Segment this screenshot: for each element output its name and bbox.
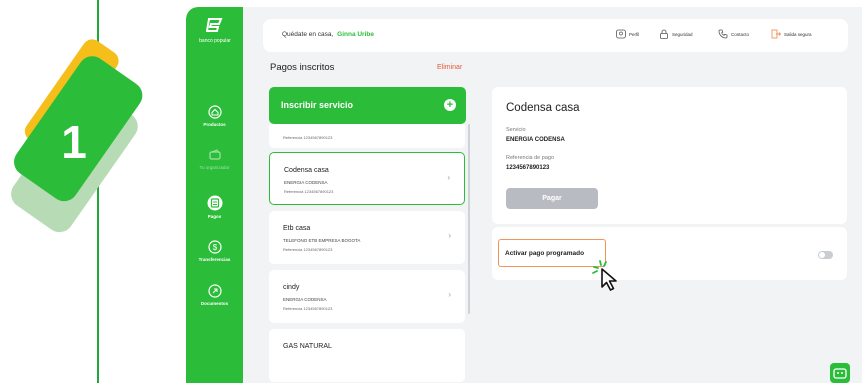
step-number: 1 xyxy=(61,116,87,168)
service-name: GAS NATURAL xyxy=(283,343,332,350)
logout-label: Salida segura xyxy=(784,31,812,37)
detail-service-value: ENERGIA CODENSA xyxy=(506,137,565,143)
sidebar-item-label: Documentos xyxy=(200,301,229,306)
dollar-circle-icon: $ xyxy=(207,240,222,254)
sidebar-item-label: Productos xyxy=(203,122,226,127)
service-card-gas-natural[interactable]: GAS NATURAL xyxy=(269,329,465,382)
scheduled-payment-highlight[interactable]: Activar pago programado xyxy=(498,239,606,267)
greeting: Quédate en casa, Ginna Uribe xyxy=(282,31,374,38)
top-bar: Quédate en casa, Ginna Uribe Perfil Segu… xyxy=(263,19,848,52)
detail-reference-value: 1234567890123 xyxy=(506,165,550,171)
toggle-knob xyxy=(819,252,825,258)
service-card-codensa[interactable]: Codensa casa ENERGIA CODENSA Referencia … xyxy=(269,152,465,205)
plus-icon: + xyxy=(444,99,456,111)
service-reference: Referencia 1234567890123 xyxy=(283,247,333,252)
service-detail-card: Codensa casa Servicio ENERGIA CODENSA Re… xyxy=(492,87,847,224)
contact-label: Contacto xyxy=(731,31,750,37)
detail-reference-label: Referencia de pago xyxy=(506,155,555,161)
profile-icon xyxy=(616,29,626,39)
chevron-right-icon: › xyxy=(448,290,451,299)
pay-button[interactable]: Pagar xyxy=(506,188,598,209)
service-company: ENERGIA CODENSA xyxy=(283,297,327,302)
phone-icon xyxy=(718,29,728,39)
subscribe-service-label: Inscribir servicio xyxy=(281,100,354,110)
service-reference: Referencia 1234567890123 xyxy=(283,306,333,311)
profile-link[interactable]: Perfil xyxy=(616,29,639,39)
app-window: banco popular Productos Tu organizador P… xyxy=(186,7,862,383)
click-cursor-icon xyxy=(592,260,617,291)
services-list[interactable]: Referencia 1234567890123 Codensa casa EN… xyxy=(269,124,471,383)
bank-logo-mark xyxy=(190,17,240,36)
scheduled-payment-card: Activar pago programado xyxy=(492,227,847,280)
lock-icon xyxy=(660,29,668,39)
section-title: Pagos inscritos xyxy=(270,62,335,73)
document-icon xyxy=(207,284,222,298)
security-link[interactable]: Seguridad xyxy=(659,29,693,39)
detail-title: Codensa casa xyxy=(506,102,580,114)
scheduled-payment-toggle[interactable] xyxy=(818,251,833,259)
bank-logo[interactable]: banco popular xyxy=(190,17,240,44)
logout-icon xyxy=(771,29,781,39)
service-name: Codensa casa xyxy=(284,167,329,174)
service-name: cindy xyxy=(283,284,300,291)
service-reference: Referencia 1234567890123 xyxy=(284,189,334,194)
chat-bot-icon xyxy=(833,368,847,379)
sidebar-item-label: Pagos xyxy=(207,214,222,219)
payments-icon xyxy=(207,195,222,211)
sidebar-item-productos[interactable]: Productos xyxy=(186,105,243,127)
delete-link[interactable]: Eliminar xyxy=(437,64,462,71)
service-name: Etb casa xyxy=(283,225,311,232)
detail-service-label: Servicio xyxy=(506,127,526,133)
sidebar-item-documentos[interactable]: Documentos xyxy=(186,284,243,306)
sidebar-item-organizador[interactable]: Tu organizador xyxy=(186,148,243,170)
sidebar: banco popular Productos Tu organizador P… xyxy=(186,7,243,383)
service-card-cindy[interactable]: cindy ENERGIA CODENSA Referencia 1234567… xyxy=(269,270,465,323)
step-number-badge: 1 xyxy=(11,39,143,233)
list-scrollbar[interactable] xyxy=(468,124,470,314)
bank-logo-text: banco popular xyxy=(199,38,231,44)
home-icon xyxy=(207,105,222,119)
svg-text:$: $ xyxy=(212,243,217,252)
security-label: Seguridad xyxy=(672,31,693,37)
sidebar-item-label: Transferencias xyxy=(198,257,231,262)
chat-button[interactable] xyxy=(830,363,850,383)
service-card-etb[interactable]: Etb casa TELEFONO ETB EMPRESA BOGOTA Ref… xyxy=(269,211,465,264)
subscribe-service-button[interactable]: Inscribir servicio + xyxy=(269,87,466,124)
wallet-icon xyxy=(208,149,221,160)
chevron-right-icon: › xyxy=(448,231,451,240)
list-item[interactable]: Referencia 1234567890123 xyxy=(269,124,465,148)
service-reference: Referencia 1234567890123 xyxy=(283,135,333,140)
chevron-right-icon: › xyxy=(447,173,450,182)
sidebar-item-pagos[interactable]: Pagos xyxy=(186,195,243,219)
contact-link[interactable]: Contacto xyxy=(718,29,749,39)
profile-label: Perfil xyxy=(629,31,640,37)
sidebar-item-transferencias[interactable]: $ Transferencias xyxy=(186,240,243,262)
user-name: Ginna Uribe xyxy=(337,31,374,38)
scheduled-payment-label: Activar pago programado xyxy=(505,250,585,257)
service-company: TELEFONO ETB EMPRESA BOGOTA xyxy=(283,238,361,243)
sidebar-item-label: Tu organizador xyxy=(199,165,230,170)
service-company: ENERGIA CODENSA xyxy=(284,180,328,185)
logout-link[interactable]: Salida segura xyxy=(771,29,812,39)
greeting-text: Quédate en casa, xyxy=(282,31,334,38)
